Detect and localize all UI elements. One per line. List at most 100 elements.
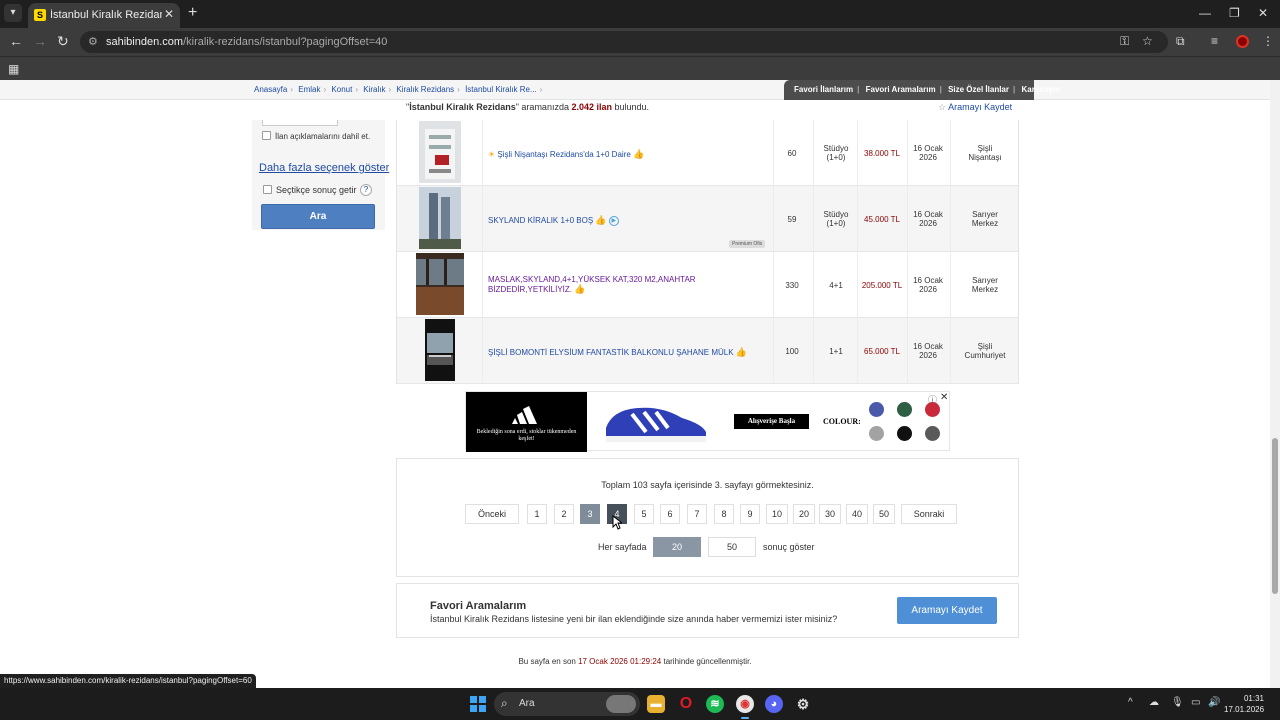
listing-thumbnail[interactable] xyxy=(419,121,461,183)
menu-dots-icon[interactable]: ⋮ xyxy=(1262,34,1274,48)
listing-title[interactable]: ŞİŞLİ BOMONTİ ELYSİUM FANTASTİK BALKONLU… xyxy=(488,347,747,358)
taskbar-clock[interactable]: 01:31 17.01.2026 xyxy=(1224,693,1264,715)
breadcrumb-item[interactable]: Kiralık Rezidans xyxy=(396,85,454,94)
last-updated-date: 17 Ocak 2026 01:29:24 xyxy=(578,657,662,666)
favorite-listings-link[interactable]: Favori İlanlarım xyxy=(794,85,853,94)
microphone-icon[interactable]: 🎙 xyxy=(1171,697,1184,708)
per-page-50[interactable]: 50 xyxy=(708,537,756,557)
file-explorer-icon[interactable]: ▬ xyxy=(647,695,665,713)
save-search-button[interactable]: Aramayı Kaydet xyxy=(897,597,997,624)
include-descriptions-checkbox[interactable] xyxy=(262,131,271,140)
ad-cta-button[interactable]: Alışverişe Başla xyxy=(734,414,809,429)
listing-date: 16 Ocak 2026 xyxy=(913,210,943,228)
listing-title[interactable]: ☀ Şişli Nişantaşı Rezidans'da 1+0 Daire … xyxy=(488,149,644,160)
forward-icon[interactable]: → xyxy=(33,34,47,48)
listing-thumbnail[interactable] xyxy=(416,253,464,315)
address-bar-row: ← → ↻ ⚙ sahibinden.com/kiralik-rezidans/… xyxy=(0,28,1280,56)
page-link[interactable]: 40 xyxy=(846,504,868,524)
listing-rooms: Stüdyo (1+0) xyxy=(823,144,849,162)
current-page[interactable]: 3 xyxy=(580,504,600,524)
clock-time: 01:31 xyxy=(1243,694,1264,703)
page-link[interactable]: 1 xyxy=(527,504,547,524)
page-link[interactable]: 30 xyxy=(819,504,841,524)
listing-location: Sarıyer Merkez xyxy=(971,210,999,228)
media-control-icon[interactable]: ≡ xyxy=(1211,34,1218,48)
discord-icon[interactable]: ◕ xyxy=(765,695,783,713)
table-row[interactable]: ŞİŞLİ BOMONTİ ELYSİUM FANTASTİK BALKONLU… xyxy=(397,318,1018,384)
password-key-icon[interactable]: ⚿ xyxy=(1120,34,1129,49)
page-link[interactable]: 8 xyxy=(714,504,734,524)
page-link[interactable]: 6 xyxy=(660,504,680,524)
breadcrumb-item[interactable]: Konut xyxy=(331,85,352,94)
back-icon[interactable]: ← xyxy=(9,34,23,48)
more-options-link[interactable]: Daha fazla seçenek göster xyxy=(259,162,389,174)
tray-chevron-icon[interactable]: ^ xyxy=(1128,697,1133,708)
profile-avatar[interactable] xyxy=(1236,35,1249,48)
page-link[interactable]: 20 xyxy=(793,504,815,524)
tab-close-icon[interactable]: ✕ xyxy=(164,7,174,21)
listing-m2: 100 xyxy=(785,347,799,356)
chrome-icon[interactable]: ◉ xyxy=(736,695,754,713)
window-close-icon[interactable]: ✕ xyxy=(1258,6,1268,20)
taskbar-search-label: Ara xyxy=(519,698,535,709)
favorite-searches-link[interactable]: Favori Aramalarım xyxy=(866,85,936,94)
spotify-icon[interactable]: ≋ xyxy=(706,695,724,713)
volume-icon[interactable]: 🔊 xyxy=(1208,697,1220,708)
listing-thumbnail[interactable] xyxy=(419,187,461,249)
listing-title[interactable]: SKYLAND KİRALIK 1+0 BOŞ 👍 ▶ xyxy=(488,215,619,226)
selective-results-checkbox[interactable] xyxy=(263,185,272,194)
scrollbar-thumb[interactable] xyxy=(1272,438,1278,594)
listing-title[interactable]: MASLAK,SKYLAND,4+1,YÜKSEK KAT,320 M2,ANA… xyxy=(488,275,696,295)
next-page-button[interactable]: Sonraki xyxy=(901,504,957,524)
minimize-icon[interactable]: — xyxy=(1199,6,1211,20)
breadcrumb-item[interactable]: Emlak xyxy=(298,85,320,94)
prev-page-button[interactable]: Önceki xyxy=(465,504,519,524)
page-link[interactable]: 9 xyxy=(740,504,760,524)
breadcrumb-item[interactable]: Anasayfa xyxy=(254,85,287,94)
table-row[interactable]: SKYLAND KİRALIK 1+0 BOŞ 👍 ▶ Premium Ofis… xyxy=(397,186,1018,252)
steam-icon[interactable]: ⚙ xyxy=(794,695,812,713)
new-tab-icon[interactable]: + xyxy=(188,5,197,21)
pagination-panel: Toplam 103 sayfa içerisinde 3. sayfayı g… xyxy=(396,458,1019,577)
table-row[interactable]: ☀ Şişli Nişantaşı Rezidans'da 1+0 Daire … xyxy=(397,120,1018,186)
restore-icon[interactable]: ❐ xyxy=(1229,6,1240,20)
page-link[interactable]: 10 xyxy=(766,504,788,524)
reload-icon[interactable]: ↻ xyxy=(57,34,69,48)
page-link[interactable]: 50 xyxy=(873,504,895,524)
per-page-20[interactable]: 20 xyxy=(653,537,701,557)
filter-text-input[interactable] xyxy=(262,120,338,126)
page-link[interactable]: 2 xyxy=(554,504,574,524)
breadcrumb-item[interactable]: Kiralık xyxy=(363,85,385,94)
page-link[interactable]: 5 xyxy=(634,504,654,524)
start-icon[interactable] xyxy=(470,696,486,712)
bookmark-star-icon[interactable]: ☆ xyxy=(1142,34,1153,48)
extensions-icon[interactable]: ⧉ xyxy=(1176,34,1185,49)
site-info-icon[interactable]: ⚙ xyxy=(88,35,98,48)
special-listings-link[interactable]: Size Özel İlanlar xyxy=(948,85,1009,94)
table-row[interactable]: MASLAK,SKYLAND,4+1,YÜKSEK KAT,320 M2,ANA… xyxy=(397,252,1018,318)
colour-swatch xyxy=(869,402,884,417)
listing-m2: 60 xyxy=(787,149,797,158)
opera-icon[interactable]: O xyxy=(677,695,695,713)
search-button[interactable]: Ara xyxy=(261,204,375,229)
tab-list-icon[interactable]: ▾ xyxy=(4,4,22,22)
apps-grid-icon[interactable]: ▦ xyxy=(8,62,19,76)
result-summary: "İstanbul Kiralık Rezidans" aramanızda 2… xyxy=(406,102,650,112)
listing-thumbnail[interactable] xyxy=(425,319,455,381)
ad-close-icon[interactable]: ✕ xyxy=(940,392,948,403)
selective-results-label: Seçtikçe sonuç getir xyxy=(276,185,357,195)
save-search-link[interactable]: ☆ Aramayı Kaydet xyxy=(938,102,1012,113)
network-icon[interactable]: ▭ xyxy=(1191,697,1200,708)
user-links: Favori İlanlarım | Favori Aramalarım | Siz… xyxy=(784,80,1061,100)
page-scrollbar[interactable] xyxy=(1270,80,1280,688)
breadcrumb-item[interactable]: İstanbul Kiralık Re... xyxy=(465,85,537,94)
ad-info-icon[interactable]: ⓘ xyxy=(928,393,937,406)
compare-link[interactable]: Karşılaştır xyxy=(1021,85,1060,94)
taskbar-search[interactable]: ⌕ Ara xyxy=(494,692,640,716)
help-icon[interactable]: ? xyxy=(360,184,372,196)
cloud-icon[interactable]: ☁ xyxy=(1149,697,1159,708)
advertisement-banner[interactable]: Beklediğin sona erdi, stoklar tükenmeden… xyxy=(465,391,950,452)
page-link[interactable]: 7 xyxy=(687,504,707,524)
browser-tab[interactable]: S İstanbul Kiralık Rezidans Fiyatları ✕ xyxy=(28,3,180,28)
url-input[interactable]: ⚙ sahibinden.com/kiralik-rezidans/istanb… xyxy=(80,31,1168,53)
